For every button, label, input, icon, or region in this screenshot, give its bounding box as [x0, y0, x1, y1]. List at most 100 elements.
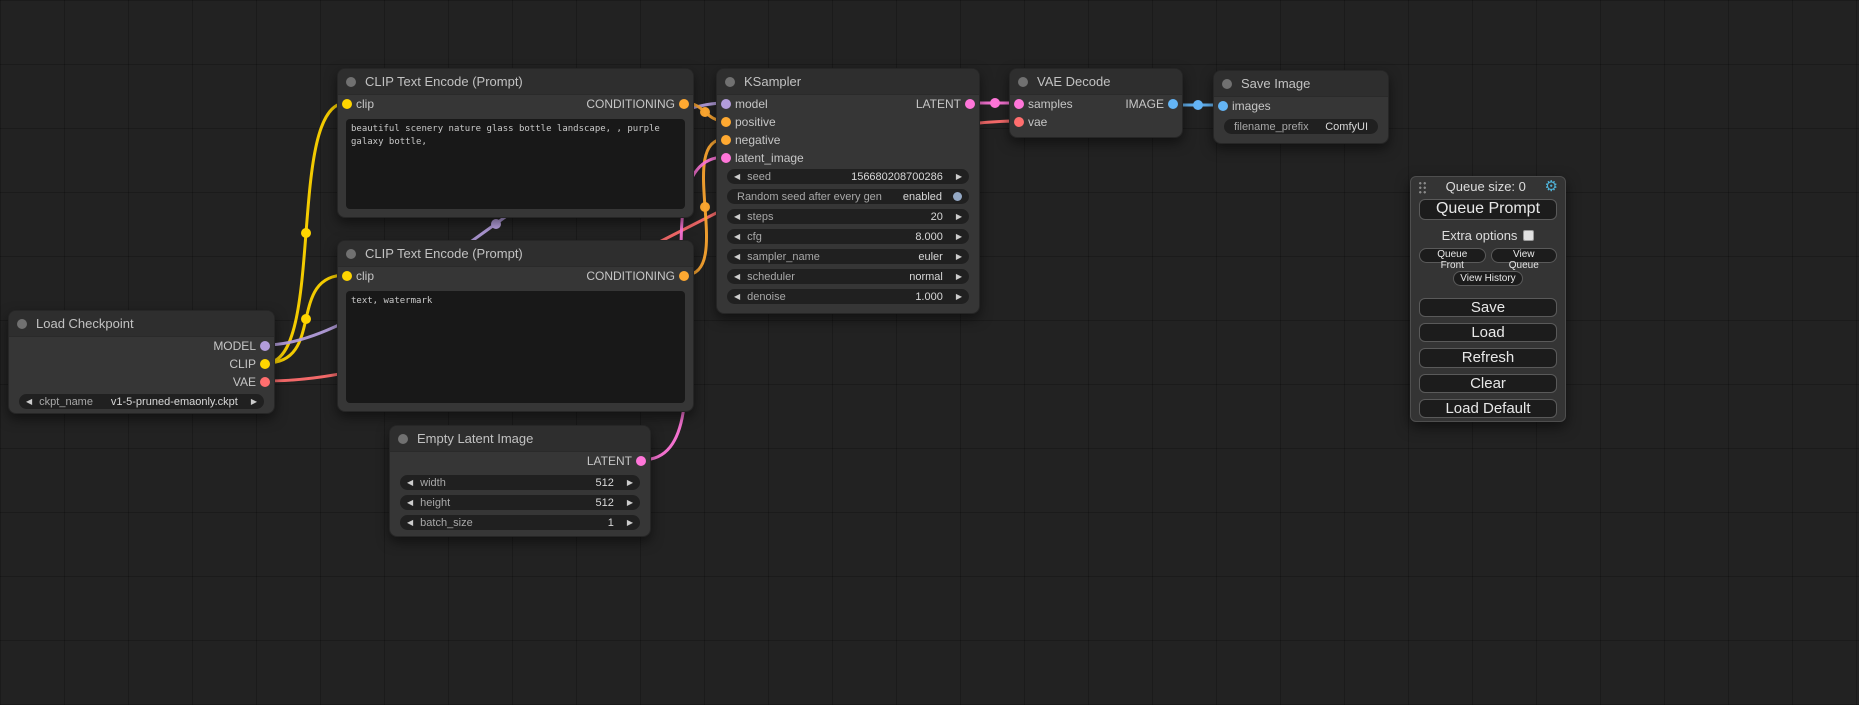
- queue-size-label: Queue size: 0: [1427, 179, 1545, 194]
- widget-seed[interactable]: ◀ seed 156680208700286 ▶: [727, 169, 969, 184]
- prev-value-arrow-icon[interactable]: ◀: [727, 249, 747, 264]
- node-title-bar[interactable]: Load Checkpoint: [9, 311, 274, 337]
- increment-arrow-icon[interactable]: ▶: [620, 515, 640, 530]
- widget-label: sampler_name: [747, 251, 820, 263]
- positive-input-dot[interactable]: [721, 117, 731, 127]
- drag-handle-icon[interactable]: [1418, 181, 1427, 194]
- widget-denoise[interactable]: ◀ denoise 1.000 ▶: [727, 289, 969, 304]
- widget-sampler-name[interactable]: ◀ sampler_name euler ▶: [727, 249, 969, 264]
- save-button[interactable]: Save: [1419, 298, 1557, 317]
- decrement-arrow-icon[interactable]: ◀: [727, 209, 747, 224]
- images-input-dot[interactable]: [1218, 101, 1228, 111]
- conditioning-output-dot[interactable]: [679, 99, 689, 109]
- decrement-arrow-icon[interactable]: ◀: [727, 229, 747, 244]
- link-midpoint-dot: [301, 314, 311, 324]
- node-clip-text-encode-negative[interactable]: CLIP Text Encode (Prompt) clip CONDITION…: [337, 240, 694, 412]
- negative-input-dot[interactable]: [721, 135, 731, 145]
- output-slot-model: MODEL: [9, 337, 274, 355]
- node-save-image[interactable]: Save Image images filename_prefix ComfyU…: [1213, 70, 1389, 144]
- decrement-arrow-icon[interactable]: ◀: [400, 515, 420, 530]
- extra-options-checkbox[interactable]: [1523, 230, 1534, 241]
- negative-prompt-textarea[interactable]: text, watermark: [346, 291, 685, 403]
- vae-output-dot[interactable]: [260, 377, 270, 387]
- increment-arrow-icon[interactable]: ▶: [949, 229, 969, 244]
- widget-batch-size[interactable]: ◀ batch_size 1 ▶: [400, 515, 640, 530]
- view-queue-button[interactable]: View Queue: [1491, 248, 1558, 263]
- decrement-arrow-icon[interactable]: ◀: [727, 169, 747, 184]
- link-midpoint-dot: [1193, 100, 1203, 110]
- node-empty-latent-image[interactable]: Empty Latent Image LATENT ◀ width 512 ▶ …: [389, 425, 651, 537]
- decrement-arrow-icon[interactable]: ◀: [400, 475, 420, 490]
- collapse-dot[interactable]: [346, 77, 356, 87]
- prev-value-arrow-icon[interactable]: ◀: [19, 394, 39, 409]
- widget-width[interactable]: ◀ width 512 ▶: [400, 475, 640, 490]
- image-output-dot[interactable]: [1168, 99, 1178, 109]
- decrement-arrow-icon[interactable]: ◀: [727, 289, 747, 304]
- collapse-dot[interactable]: [725, 77, 735, 87]
- widget-filename-prefix[interactable]: filename_prefix ComfyUI: [1224, 119, 1378, 134]
- latent-image-input-dot[interactable]: [721, 153, 731, 163]
- widget-value: 512: [450, 497, 620, 509]
- next-value-arrow-icon[interactable]: ▶: [949, 249, 969, 264]
- samples-input-dot[interactable]: [1014, 99, 1024, 109]
- node-title-bar[interactable]: Empty Latent Image: [390, 426, 650, 452]
- node-title-bar[interactable]: Save Image: [1214, 71, 1388, 97]
- clip-output-dot[interactable]: [260, 359, 270, 369]
- queue-prompt-button[interactable]: Queue Prompt: [1419, 199, 1557, 220]
- decrement-arrow-icon[interactable]: ◀: [400, 495, 420, 510]
- settings-gear-icon[interactable]: ⚙: [1545, 179, 1558, 194]
- collapse-dot[interactable]: [346, 249, 356, 259]
- slot-label: CONDITIONING: [586, 269, 675, 283]
- clip-input-dot[interactable]: [342, 99, 352, 109]
- node-title: KSampler: [744, 74, 801, 89]
- slot-row: model LATENT: [717, 95, 979, 113]
- slot-label: clip: [356, 97, 374, 111]
- latent-output-dot[interactable]: [636, 456, 646, 466]
- model-output-dot[interactable]: [260, 341, 270, 351]
- widget-cfg[interactable]: ◀ cfg 8.000 ▶: [727, 229, 969, 244]
- load-button[interactable]: Load: [1419, 323, 1557, 342]
- refresh-button[interactable]: Refresh: [1419, 348, 1557, 367]
- next-value-arrow-icon[interactable]: ▶: [949, 269, 969, 284]
- link-midpoint-dot: [491, 219, 501, 229]
- positive-prompt-textarea[interactable]: beautiful scenery nature glass bottle la…: [346, 119, 685, 209]
- queue-front-button[interactable]: Queue Front: [1419, 248, 1486, 263]
- increment-arrow-icon[interactable]: ▶: [949, 209, 969, 224]
- slot-label: CLIP: [229, 357, 256, 371]
- prev-value-arrow-icon[interactable]: ◀: [727, 269, 747, 284]
- node-ksampler[interactable]: KSampler model LATENT positive negative …: [716, 68, 980, 314]
- widget-ckpt-name[interactable]: ◀ ckpt_name v1-5-pruned-emaonly.ckpt ▶: [19, 394, 264, 409]
- node-title-bar[interactable]: KSampler: [717, 69, 979, 95]
- clear-button[interactable]: Clear: [1419, 374, 1557, 393]
- widget-steps[interactable]: ◀ steps 20 ▶: [727, 209, 969, 224]
- node-load-checkpoint[interactable]: Load Checkpoint MODEL CLIP VAE ◀ ckpt_na…: [8, 310, 275, 414]
- increment-arrow-icon[interactable]: ▶: [949, 289, 969, 304]
- clip-input-dot[interactable]: [342, 271, 352, 281]
- view-history-button[interactable]: View History: [1453, 271, 1522, 286]
- model-input-dot[interactable]: [721, 99, 731, 109]
- node-title-bar[interactable]: CLIP Text Encode (Prompt): [338, 241, 693, 267]
- widget-height[interactable]: ◀ height 512 ▶: [400, 495, 640, 510]
- slot-label: clip: [356, 269, 374, 283]
- collapse-dot[interactable]: [398, 434, 408, 444]
- increment-arrow-icon[interactable]: ▶: [620, 495, 640, 510]
- node-title-bar[interactable]: CLIP Text Encode (Prompt): [338, 69, 693, 95]
- load-default-button[interactable]: Load Default: [1419, 399, 1557, 418]
- vae-input-dot[interactable]: [1014, 117, 1024, 127]
- collapse-dot[interactable]: [17, 319, 27, 329]
- latent-output-dot[interactable]: [965, 99, 975, 109]
- increment-arrow-icon[interactable]: ▶: [620, 475, 640, 490]
- toggle-on-icon[interactable]: [953, 192, 962, 201]
- collapse-dot[interactable]: [1018, 77, 1028, 87]
- increment-arrow-icon[interactable]: ▶: [949, 169, 969, 184]
- node-clip-text-encode-positive[interactable]: CLIP Text Encode (Prompt) clip CONDITION…: [337, 68, 694, 218]
- collapse-dot[interactable]: [1222, 79, 1232, 89]
- next-value-arrow-icon[interactable]: ▶: [244, 394, 264, 409]
- widget-random-seed-toggle[interactable]: Random seed after every gen enabled: [727, 189, 969, 204]
- conditioning-output-dot[interactable]: [679, 271, 689, 281]
- widget-scheduler[interactable]: ◀ scheduler normal ▶: [727, 269, 969, 284]
- node-title: CLIP Text Encode (Prompt): [365, 74, 523, 89]
- node-title-bar[interactable]: VAE Decode: [1010, 69, 1182, 95]
- graph-canvas[interactable]: Load Checkpoint MODEL CLIP VAE ◀ ckpt_na…: [0, 0, 1859, 705]
- node-vae-decode[interactable]: VAE Decode samples IMAGE vae: [1009, 68, 1183, 138]
